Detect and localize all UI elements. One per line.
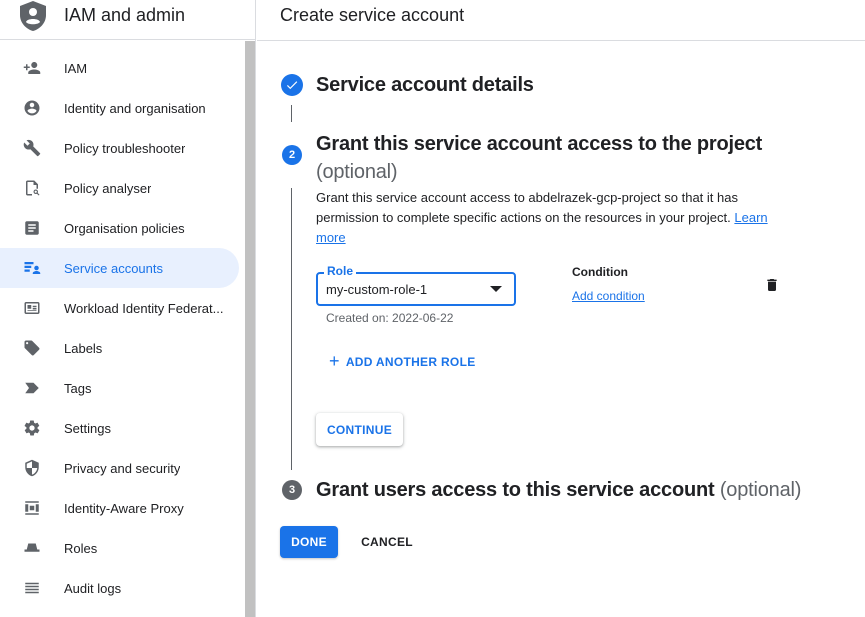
sidebar-item-label: Labels (64, 340, 103, 356)
step3-title-text: Grant users access to this service accou… (316, 479, 715, 501)
continue-button[interactable]: CONTINUE (316, 413, 403, 446)
main-content: Create service account Service account d… (257, 0, 865, 617)
step-connector-line (291, 105, 292, 122)
sidebar-item-label: Settings (64, 420, 111, 436)
step2-number-badge: 2 (282, 145, 302, 165)
sidebar: IAM and admin IAM Identity and organisati… (0, 0, 256, 617)
sidebar-nav: IAM Identity and organisation Policy troub… (0, 48, 239, 608)
app: IAM and admin IAM Identity and organisati… (0, 0, 865, 617)
step2-optional: (optional) (316, 161, 398, 183)
sidebar-item-organisation-policies[interactable]: Organisation policies (0, 208, 239, 248)
wrench-icon (23, 139, 41, 157)
sidebar-item-label: Policy analyser (64, 180, 152, 196)
sidebar-item-label: Roles (64, 540, 98, 556)
gear-icon (23, 419, 41, 437)
article-icon (23, 219, 41, 237)
step-complete-check-icon (281, 74, 303, 96)
sidebar-header: IAM and admin (0, 0, 255, 40)
id-card-icon (23, 299, 41, 317)
tag-chevron-icon (23, 379, 41, 397)
sidebar-item-audit-logs[interactable]: Audit logs (0, 568, 239, 608)
person-add-icon (23, 59, 41, 77)
sidebar-item-iam[interactable]: IAM (0, 48, 239, 88)
sidebar-item-label: Audit logs (64, 580, 122, 596)
sidebar-scrollbar[interactable] (245, 41, 255, 617)
delete-role-trash-icon[interactable] (764, 277, 780, 293)
shield-icon (23, 459, 41, 477)
sidebar-item-label: IAM (64, 60, 88, 76)
step-connector-line (291, 188, 292, 470)
sidebar-item-label: Service accounts (64, 260, 163, 276)
step2-title: Grant this service account access to the… (316, 130, 786, 186)
step2-description-text: Grant this service account access to abd… (316, 190, 738, 225)
sidebar-item-label: Identity and organisation (64, 100, 206, 116)
step3-optional: (optional) (719, 479, 802, 501)
add-condition-link[interactable]: Add condition (572, 289, 645, 303)
dropdown-arrow-icon (490, 286, 502, 292)
step3-title[interactable]: Grant users access to this service accou… (316, 479, 801, 502)
sidebar-item-privacy-and-security[interactable]: Privacy and security (0, 448, 239, 488)
sidebar-item-settings[interactable]: Settings (0, 408, 239, 448)
role-select[interactable]: Role my-custom-role-1 (316, 264, 516, 306)
hat-icon (23, 539, 41, 557)
sidebar-item-label: Identity-Aware Proxy (64, 500, 184, 516)
proxy-icon (23, 499, 41, 517)
sidebar-item-label: Workload Identity Federat... (64, 300, 224, 316)
sidebar-item-workload-identity-federat[interactable]: Workload Identity Federat... (0, 288, 239, 328)
label-icon (23, 339, 41, 357)
sidebar-item-identity-and-organisation[interactable]: Identity and organisation (0, 88, 239, 128)
main-header: Create service account (257, 0, 865, 41)
page-title: Create service account (280, 4, 465, 25)
role-created-on: Created on: 2022-06-22 (326, 311, 454, 325)
account-circle-icon (23, 99, 41, 117)
sidebar-item-identity-aware-proxy[interactable]: Identity-Aware Proxy (0, 488, 239, 528)
list-lines-icon (23, 579, 41, 597)
step1-title[interactable]: Service account details (316, 74, 534, 97)
sidebar-item-policy-analyser[interactable]: Policy analyser (0, 168, 239, 208)
sidebar-item-tags[interactable]: Tags (0, 368, 239, 408)
sidebar-item-label: Tags (64, 380, 92, 396)
add-another-role-button[interactable]: + ADD ANOTHER ROLE (329, 350, 476, 372)
role-label: Role (324, 264, 357, 278)
scrollbar-thumb[interactable] (245, 41, 255, 617)
done-button[interactable]: DONE (280, 526, 338, 558)
cancel-button[interactable]: CANCEL (353, 526, 421, 558)
sidebar-title: IAM and admin (64, 5, 186, 25)
plus-icon: + (329, 350, 340, 371)
document-search-icon (23, 179, 41, 197)
iam-shield-logo-icon (20, 0, 46, 31)
add-another-role-label: ADD ANOTHER ROLE (345, 355, 476, 369)
step3-number-badge: 3 (282, 480, 302, 500)
condition-label: Condition (572, 265, 628, 279)
sidebar-item-policy-troubleshooter[interactable]: Policy troubleshooter (0, 128, 239, 168)
sidebar-item-label: Privacy and security (64, 460, 181, 476)
service-account-icon (23, 259, 41, 277)
sidebar-item-label: Policy troubleshooter (64, 140, 186, 156)
sidebar-item-roles[interactable]: Roles (0, 528, 239, 568)
sidebar-item-label: Organisation policies (64, 220, 185, 236)
sidebar-item-labels[interactable]: Labels (0, 328, 239, 368)
step2-description: Grant this service account access to abd… (316, 188, 786, 248)
step2-title-text: Grant this service account access to the… (316, 133, 763, 155)
sidebar-item-service-accounts[interactable]: Service accounts (0, 248, 239, 288)
role-value: my-custom-role-1 (326, 282, 428, 297)
